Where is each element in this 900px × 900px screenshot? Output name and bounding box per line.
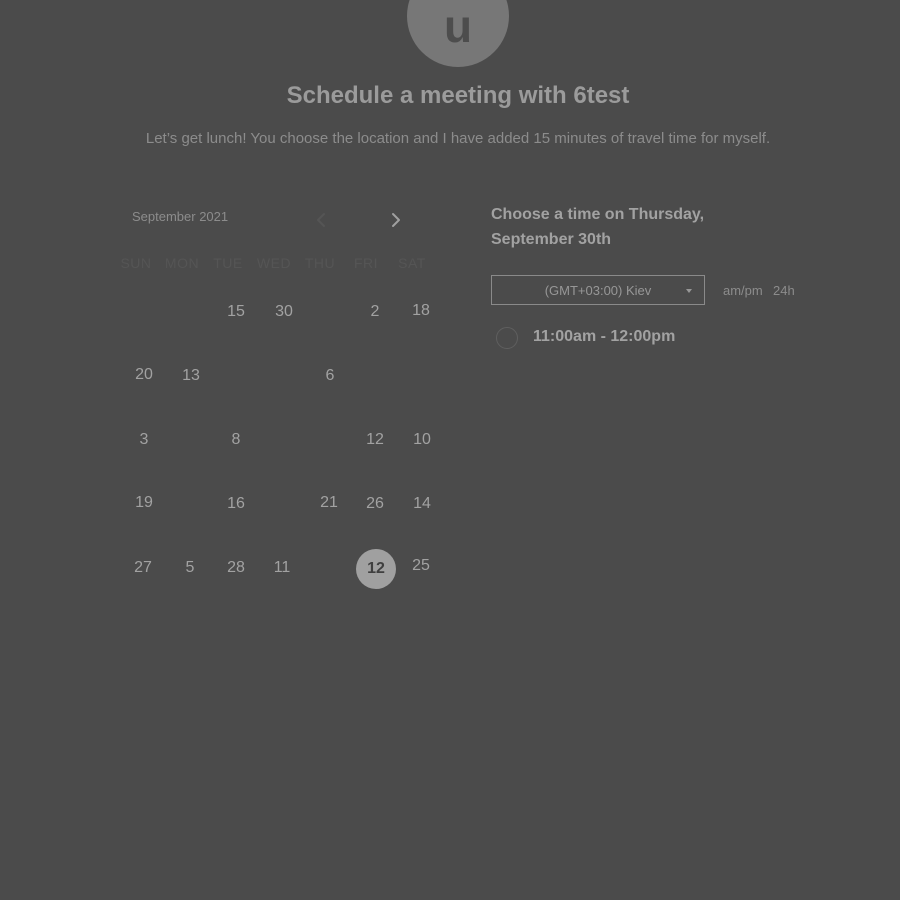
calendar-day-selected[interactable]: 12 — [356, 549, 396, 589]
month-label: September 2021 — [132, 209, 229, 224]
weekday-wed: WED — [256, 255, 292, 271]
format-ampm-toggle[interactable]: am/pm — [723, 283, 763, 298]
calendar-day[interactable]: 27 — [123, 548, 163, 588]
calendar-day[interactable]: 16 — [216, 484, 256, 524]
weekday-tue: TUE — [213, 255, 243, 271]
chevron-left-icon — [317, 213, 325, 227]
chevron-right-icon — [392, 213, 400, 227]
time-panel-title: Choose a time on Thursday, September 30t… — [491, 206, 705, 248]
calendar-day[interactable]: 15 — [216, 292, 256, 332]
calendar-day[interactable]: 25 — [401, 546, 441, 586]
caret-down-icon — [686, 289, 692, 293]
calendar-day[interactable]: 2 — [355, 292, 395, 332]
weekday-fri: FRI — [353, 255, 379, 271]
page-title: Schedule a meeting with 6test — [286, 82, 630, 109]
calendar-day[interactable]: 3 — [124, 420, 164, 460]
calendar-day[interactable]: 26 — [355, 484, 395, 524]
calendar-day[interactable]: 12 — [355, 420, 395, 460]
calendar-day[interactable]: 8 — [216, 420, 256, 460]
calendar-day[interactable]: 19 — [124, 483, 164, 523]
calendar-day[interactable]: 28 — [216, 548, 256, 588]
time-slot-radio[interactable] — [496, 327, 518, 349]
timezone-select[interactable]: (GMT+03:00) Kiev — [491, 275, 705, 305]
calendar-day[interactable]: 11 — [262, 548, 302, 588]
calendar-day[interactable]: 14 — [402, 484, 442, 524]
time-slot-label[interactable]: 11:00am - 12:00pm — [533, 328, 675, 346]
next-month-button[interactable] — [385, 206, 407, 234]
calendar-day[interactable]: 5 — [170, 548, 210, 588]
weekday-mon: MON — [164, 255, 200, 271]
page-description: Let’s get lunch! You choose the location… — [145, 130, 771, 147]
avatar-initial: u — [443, 0, 473, 52]
weekday-sat: SAT — [398, 255, 426, 271]
calendar-day[interactable]: 20 — [124, 355, 164, 395]
host-avatar: u — [407, 0, 509, 67]
weekday-thu: THU — [304, 255, 336, 271]
calendar-day[interactable]: 6 — [310, 356, 350, 396]
calendar-day[interactable]: 21 — [309, 483, 349, 523]
timezone-value: (GMT+03:00) Kiev — [544, 282, 652, 298]
calendar-day[interactable]: 18 — [401, 291, 441, 331]
prev-month-button[interactable] — [310, 206, 332, 234]
weekday-sun: SUN — [120, 255, 152, 271]
calendar-day[interactable]: 13 — [171, 356, 211, 396]
calendar-day[interactable]: 30 — [264, 292, 304, 332]
format-24h-toggle[interactable]: 24h — [773, 283, 795, 298]
calendar-day[interactable]: 10 — [402, 420, 442, 460]
